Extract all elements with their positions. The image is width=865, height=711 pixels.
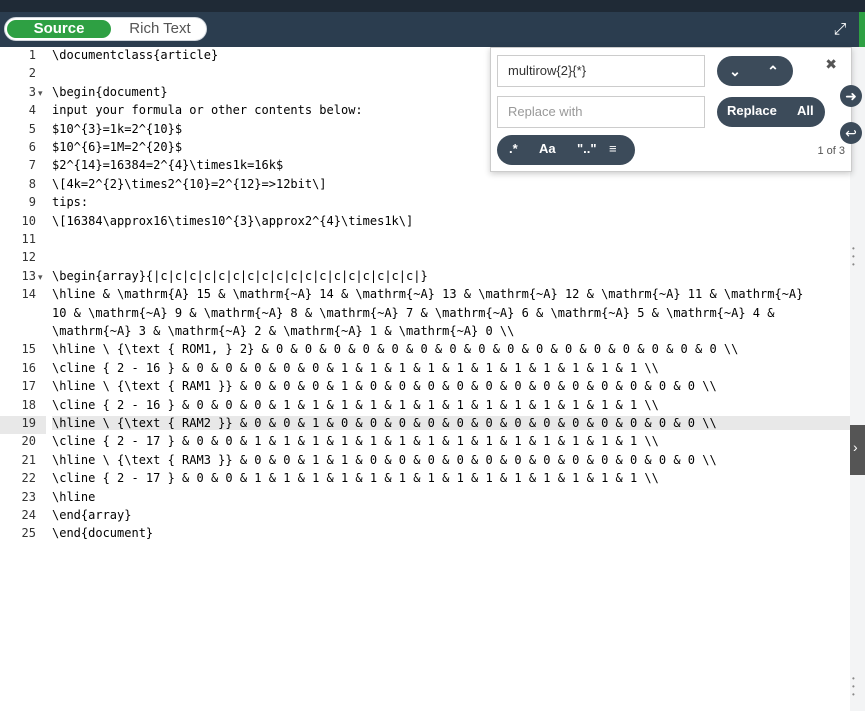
line-number: 18 — [21, 397, 36, 412]
rich-text-mode-button[interactable]: Rich Text — [115, 20, 205, 38]
replace-all-button[interactable]: All — [797, 103, 814, 118]
line-number: 15 — [21, 342, 36, 357]
window-top-strip — [0, 0, 865, 12]
regex-toggle[interactable]: .* — [509, 141, 518, 156]
line-number: 5 — [28, 121, 36, 136]
line-number: 9 — [28, 195, 36, 210]
line-number: 24 — [21, 508, 36, 522]
code-line[interactable]: 10 & \mathrm{~A} 9 & \mathrm{~A} 8 & \ma… — [52, 306, 850, 320]
line-number: 1 — [28, 48, 36, 62]
line-number: 11 — [21, 232, 36, 246]
chevron-down-icon[interactable]: ⌄ — [725, 62, 745, 80]
fold-arrow-icon[interactable]: ▾ — [38, 88, 43, 99]
expand-icon[interactable]: ⤢ — [831, 21, 849, 39]
line-number: 14 — [21, 287, 36, 302]
search-input[interactable]: multirow{2}{*} — [497, 55, 705, 87]
drag-handle-icon[interactable]: • • • — [852, 245, 858, 269]
replace-button[interactable]: Replace — [727, 103, 777, 118]
code-line[interactable]: \[16384\approx16\times10^{3}\approx2^{4}… — [52, 214, 850, 228]
replace-group: Replace All — [717, 97, 825, 127]
code-line[interactable]: \hline — [52, 490, 850, 504]
replace-input[interactable]: Replace with — [497, 96, 705, 128]
arrow-left-icon[interactable]: ↩ — [840, 122, 862, 144]
chevron-up-icon[interactable]: ⌃ — [763, 62, 783, 80]
line-number: 17 — [21, 379, 36, 394]
code-line[interactable]: \cline { 2 - 17 } & 0 & 0 & 1 & 1 & 1 & … — [52, 471, 850, 485]
code-line[interactable]: \hline \ {\text { RAM1 }} & 0 & 0 & 0 & … — [52, 379, 850, 393]
line-number: 3 — [28, 84, 36, 99]
line-number: 21 — [21, 452, 36, 467]
find-options-group: .* Aa ".." ≡ — [497, 135, 635, 165]
line-number: 20 — [21, 434, 36, 449]
line-number: 4 — [28, 103, 36, 118]
source-mode-button[interactable]: Source — [7, 20, 111, 38]
code-line[interactable]: \hline \ {\text { RAM2 }} & 0 & 0 & 1 & … — [52, 416, 850, 430]
close-icon[interactable]: ✖ — [825, 56, 837, 73]
code-line[interactable]: \cline { 2 - 16 } & 0 & 0 & 0 & 1 & 1 & … — [52, 398, 850, 412]
line-number: 8 — [28, 176, 36, 191]
whole-word-toggle[interactable]: ".." — [577, 141, 597, 156]
code-line[interactable]: \end{array} — [52, 508, 850, 522]
editor-toolbar: Source Rich Text ⤢ — [0, 12, 865, 47]
code-line[interactable]: \hline \ {\text { RAM3 }} & 0 & 0 & 1 & … — [52, 453, 850, 467]
line-number: 19 — [21, 416, 36, 430]
code-line[interactable]: \end{document} — [52, 526, 850, 540]
find-nav-group: ⌄ ⌃ — [717, 56, 793, 86]
find-replace-panel: multirow{2}{*} ⌄ ⌃ ✖ Replace with Replac… — [490, 47, 852, 172]
line-number: 12 — [21, 250, 36, 265]
right-panel — [850, 47, 865, 711]
code-line[interactable]: \mathrm{~A} 3 & \mathrm{~A} 2 & \mathrm{… — [52, 324, 850, 338]
panel-collapse-tab[interactable] — [850, 425, 865, 475]
align-left-icon[interactable]: ≡ — [609, 141, 617, 156]
fold-arrow-icon[interactable]: ▾ — [38, 272, 43, 283]
line-number: 22 — [21, 471, 36, 486]
line-number: 7 — [28, 158, 36, 173]
code-line[interactable]: \hline & \mathrm{A} 15 & \mathrm{~A} 14 … — [52, 287, 850, 301]
line-number: 16 — [21, 360, 36, 375]
mode-toggle[interactable]: Source Rich Text — [4, 17, 207, 41]
code-line[interactable]: \cline { 2 - 16 } & 0 & 0 & 0 & 0 & 0 & … — [52, 361, 850, 375]
accent-bar — [859, 12, 865, 47]
code-line[interactable]: \cline { 2 - 17 } & 0 & 0 & 1 & 1 & 1 & … — [52, 434, 850, 448]
code-line[interactable]: \hline \ {\text { ROM1, } 2} & 0 & 0 & 0… — [52, 342, 850, 356]
case-sensitive-toggle[interactable]: Aa — [539, 141, 556, 156]
line-number: 6 — [28, 140, 36, 154]
line-gutter: 1 2 3 ▾ 4 5 6 7 8 9 10 11 12 13 ▾ 14 15 16 17 18 19 20 21 22 23 2… — [0, 47, 46, 711]
line-number: 25 — [21, 526, 36, 541]
code-line[interactable]: tips: — [52, 195, 850, 209]
match-count: 1 of 3 — [817, 145, 845, 157]
line-number: 2 — [28, 66, 36, 81]
arrow-right-icon[interactable]: ➜ — [840, 85, 862, 107]
drag-handle-icon-bottom[interactable]: • • • — [852, 675, 858, 699]
line-number: 10 — [21, 213, 36, 228]
code-line[interactable]: \begin{array}{|c|c|c|c|c|c|c|c|c|c|c|c|c… — [52, 269, 850, 283]
line-number: 13 — [21, 268, 36, 283]
line-number: 23 — [21, 489, 36, 504]
code-line[interactable]: \[4k=2^{2}\times2^{10}=2^{12}=>12bit\] — [52, 177, 850, 191]
